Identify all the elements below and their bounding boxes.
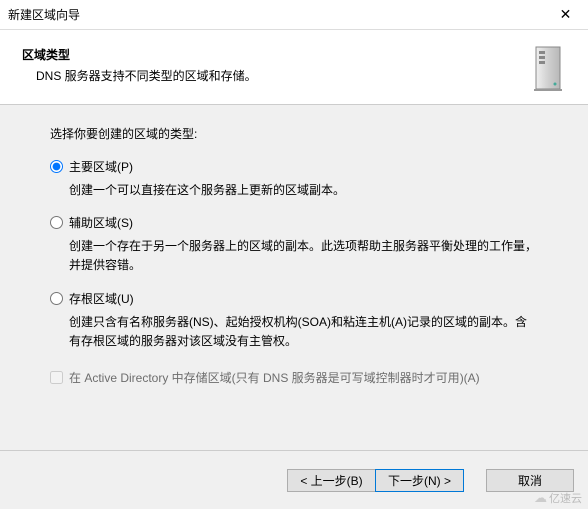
back-button[interactable]: < 上一步(B)	[287, 469, 375, 492]
radio-option-secondary: 辅助区域(S) 创建一个存在于另一个服务器上的区域的副本。此选项帮助主服务器平衡…	[50, 214, 538, 275]
radio-primary-desc: 创建一个可以直接在这个服务器上更新的区域副本。	[69, 181, 538, 200]
radio-primary-label[interactable]: 主要区域(P)	[69, 158, 133, 175]
titlebar: 新建区域向导 ✕	[0, 0, 588, 30]
radio-secondary[interactable]	[50, 216, 63, 229]
radio-stub-desc: 创建只含有名称服务器(NS)、起始授权机构(SOA)和粘连主机(A)记录的区域的…	[69, 313, 538, 351]
wizard-content: 选择你要创建的区域的类型: 主要区域(P) 创建一个可以直接在这个服务器上更新的…	[0, 105, 588, 450]
radio-stub[interactable]	[50, 292, 63, 305]
radio-secondary-label[interactable]: 辅助区域(S)	[69, 214, 133, 231]
header-text-block: 区域类型 DNS 服务器支持不同类型的区域和存储。	[22, 44, 257, 84]
zone-type-radio-group: 主要区域(P) 创建一个可以直接在这个服务器上更新的区域副本。 辅助区域(S) …	[50, 158, 538, 386]
close-button[interactable]: ✕	[543, 0, 588, 30]
cancel-button[interactable]: 取消	[486, 469, 574, 492]
radio-primary[interactable]	[50, 160, 63, 173]
header-subtitle: DNS 服务器支持不同类型的区域和存储。	[22, 67, 257, 84]
header-title: 区域类型	[22, 46, 257, 63]
next-button[interactable]: 下一步(N) >	[375, 469, 464, 492]
nav-button-group: < 上一步(B) 下一步(N) >	[287, 469, 464, 492]
server-tower-icon	[530, 44, 570, 94]
ad-storage-checkbox-row: 在 Active Directory 中存储区域(只有 DNS 服务器是可写域控…	[50, 369, 538, 386]
radio-stub-label[interactable]: 存根区域(U)	[69, 290, 134, 307]
close-icon: ✕	[560, 6, 572, 23]
wizard-button-bar: < 上一步(B) 下一步(N) > 取消	[0, 450, 588, 509]
intro-text: 选择你要创建的区域的类型:	[50, 125, 538, 142]
radio-secondary-desc: 创建一个存在于另一个服务器上的区域的副本。此选项帮助主服务器平衡处理的工作量，并…	[69, 237, 538, 275]
window-title: 新建区域向导	[8, 6, 80, 23]
radio-option-stub: 存根区域(U) 创建只含有名称服务器(NS)、起始授权机构(SOA)和粘连主机(…	[50, 290, 538, 351]
ad-storage-checkbox	[50, 371, 63, 384]
wizard-header: 区域类型 DNS 服务器支持不同类型的区域和存储。	[0, 30, 588, 105]
radio-option-primary: 主要区域(P) 创建一个可以直接在这个服务器上更新的区域副本。	[50, 158, 538, 200]
ad-storage-label: 在 Active Directory 中存储区域(只有 DNS 服务器是可写域控…	[69, 369, 480, 386]
